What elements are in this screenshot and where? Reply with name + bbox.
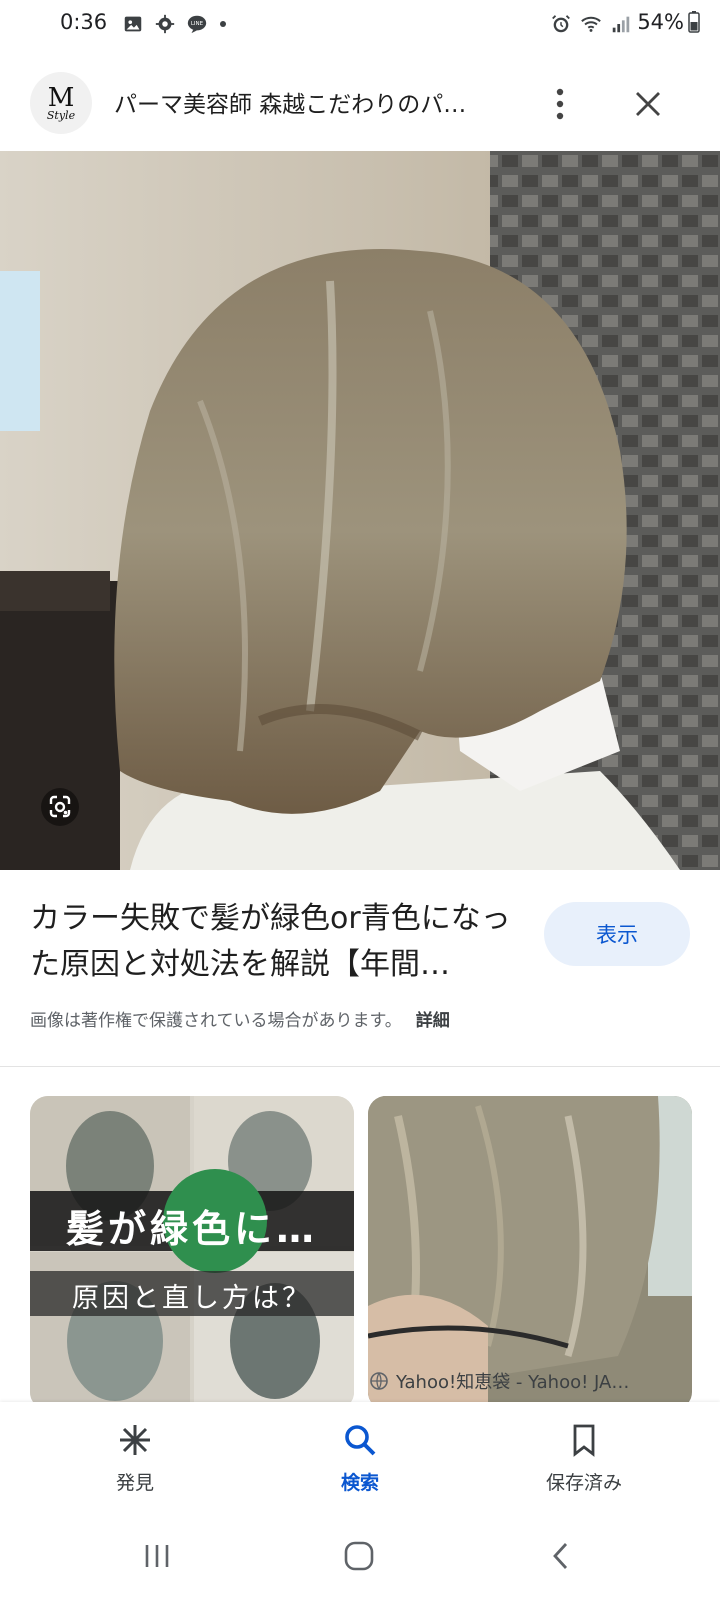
wifi-icon: [581, 16, 601, 32]
copyright-notice: 画像は著作権で保護されている場合があります。 詳細: [30, 1006, 450, 1031]
battery-icon: [688, 11, 700, 33]
visit-button[interactable]: 表示: [544, 902, 690, 966]
bottom-navigation: 発見 検索 保存済み: [0, 1402, 720, 1512]
section-divider: [0, 1066, 720, 1067]
site-logo[interactable]: M Style: [30, 72, 92, 134]
back-button[interactable]: [536, 1534, 586, 1578]
header-bar: M Style パーマ美容師 森越こだわりのパ…: [0, 60, 720, 150]
recent-apps-button[interactable]: [132, 1534, 182, 1578]
status-right-icons: [550, 13, 632, 35]
nav-discover[interactable]: 発見: [55, 1422, 215, 1495]
thumb-overlay-subtitle: 原因と直し方は？: [72, 1283, 312, 1314]
related-image-1[interactable]: 髪が緑色に… 原因と直し方は？: [30, 1096, 354, 1410]
nav-saved-label: 保存済み: [545, 1472, 622, 1494]
status-time: 0:36: [60, 10, 108, 34]
thumb-overlay-title: 髪が緑色に…: [65, 1207, 318, 1251]
logo-letter: M: [47, 82, 75, 113]
page-title[interactable]: パーマ美容師 森越こだわりのパ…: [114, 85, 494, 119]
nav-saved[interactable]: 保存済み: [504, 1422, 664, 1495]
battery-percent: 54%: [637, 10, 684, 34]
signal-icon: [612, 16, 630, 33]
battery-indicator: 54%: [637, 10, 700, 34]
svg-text:LINE: LINE: [191, 21, 204, 27]
related-source-text: Yahoo!知恵袋 - Yahoo! JA…: [396, 1372, 630, 1393]
hair-photo: [0, 151, 720, 870]
home-icon: [344, 1541, 374, 1571]
google-lens-button[interactable]: [36, 783, 84, 831]
related-image-2[interactable]: [368, 1096, 692, 1410]
details-link[interactable]: 詳細: [416, 1011, 450, 1031]
recent-apps-icon: [145, 1545, 169, 1567]
gallery-icon: [124, 16, 142, 32]
status-left-icons: LINE: [122, 13, 228, 35]
related-source[interactable]: Yahoo!知恵袋 - Yahoo! JA…: [370, 1368, 629, 1394]
nav-search[interactable]: 検索: [280, 1422, 440, 1495]
related-thumb-graphic: [30, 1096, 354, 1410]
close-button[interactable]: [626, 82, 670, 126]
logo-subtext: Style: [46, 108, 76, 122]
nav-discover-label: 発見: [115, 1472, 154, 1494]
globe-icon: [370, 1372, 388, 1390]
main-result-image[interactable]: [0, 151, 720, 870]
close-icon: [636, 92, 660, 116]
back-icon: [553, 1543, 568, 1569]
copyright-text: 画像は著作権で保護されている場合があります。: [30, 1011, 402, 1031]
google-lens-icon: [41, 788, 79, 826]
settings-gear-icon: [155, 14, 175, 34]
system-navigation-bar: [0, 1512, 720, 1600]
result-title[interactable]: カラー失敗で髪が緑色or青色になった原因と対処法を解説【年間…: [30, 896, 520, 988]
saved-bookmark-icon: [573, 1424, 595, 1457]
line-app-icon: LINE: [187, 15, 207, 34]
nav-search-label: 検索: [340, 1472, 379, 1494]
alarm-icon: [552, 15, 570, 33]
home-button[interactable]: [334, 1534, 384, 1578]
discover-asterisk-icon: [120, 1425, 150, 1455]
search-icon: [345, 1425, 376, 1456]
more-vert-icon: [556, 88, 564, 120]
more-options-button[interactable]: [540, 82, 580, 126]
notification-dot-icon: [220, 21, 226, 27]
related-thumb-graphic: [368, 1096, 692, 1410]
status-bar: 0:36 LINE 54%: [0, 0, 720, 52]
